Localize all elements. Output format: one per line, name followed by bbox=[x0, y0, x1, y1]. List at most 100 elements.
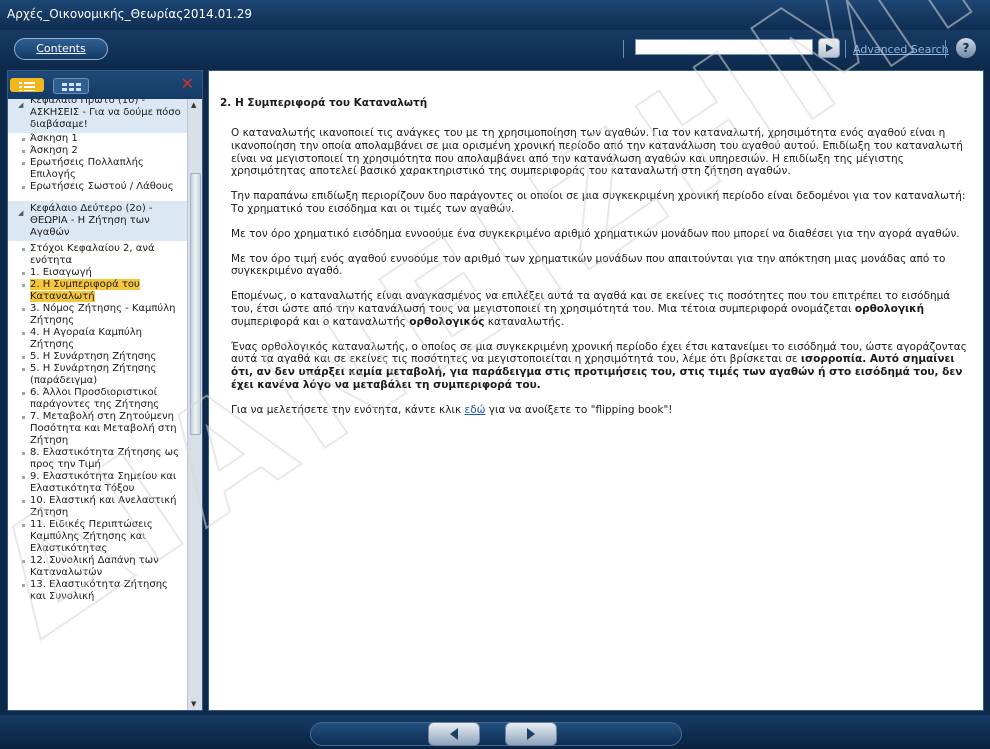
tree-item-label: 5. Η Συνάρτηση Ζήτησης bbox=[30, 351, 157, 362]
tree-item[interactable]: Στόχοι Κεφαλαίου 2, ανά ενότητα bbox=[8, 243, 188, 267]
bullet-icon bbox=[22, 452, 25, 455]
tree-chapter[interactable]: ◢ Κεφάλαιο Δεύτερο (2ο) - ΘΕΩΡΙΑ - Η Ζήτη… bbox=[8, 201, 188, 241]
search-input[interactable] bbox=[635, 39, 813, 55]
tree-item[interactable]: 8. Ελαστικότητα Ζήτησης ως προς την Τιμή bbox=[8, 447, 188, 471]
text-run: Επομένως, ο καταναλωτής είναι αναγκασμέν… bbox=[231, 290, 951, 315]
grid-view-button[interactable] bbox=[53, 78, 89, 94]
tree-item-label: 7. Μεταβολή στη Ζητούμενη Ποσότητα και Μ… bbox=[30, 411, 177, 446]
tree-item[interactable]: 5. Η Συνάρτηση Ζήτησης bbox=[8, 351, 188, 363]
tree-item-label: Κεφάλαιο Πρώτο (10) - ΑΣΚΗΣΕΙΣ - Για να … bbox=[30, 99, 181, 130]
paragraph: Με τον όρο τιμή ενός αγαθού εννοούμε τον… bbox=[231, 252, 946, 278]
tree-item[interactable]: 1. Εισαγωγή bbox=[8, 267, 188, 279]
bullet-icon bbox=[22, 356, 25, 359]
scroll-up-icon[interactable]: ▲ bbox=[191, 101, 196, 109]
tree-item-label: 9. Ελαστικότητα Σημείου και Ελαστικότητα… bbox=[30, 471, 177, 494]
tree-item-label: Ερωτήσεις Σωστού / Λάθους bbox=[30, 181, 174, 192]
tree-item[interactable]: 6. Άλλοι Προσδιοριστικοί παράγοντες της … bbox=[8, 387, 188, 411]
paragraph: Την παραπάνω επιδίωξη περιορίζουν δυο πα… bbox=[231, 190, 966, 215]
content-pane: 2. Η Συμπεριφορά του Καταναλωτή Ο κατανα… bbox=[208, 70, 984, 711]
tree-item-label: 13. Ελαστικότητα Ζήτησης και Συνολική bbox=[30, 579, 168, 602]
paragraph: Ο καταναλωτής ικανοποιεί τις ανάγκες του… bbox=[231, 127, 963, 178]
toolbar: Contents Advanced Search ? bbox=[0, 30, 990, 66]
tree-item-label: 2. Η Συμπεριφορά του Καταναλωτή bbox=[30, 279, 140, 302]
tree-item[interactable]: 4. Η Αγοραία Καμπύλη Ζήτησης bbox=[8, 327, 188, 351]
expand-triangle-icon[interactable]: ◢ bbox=[18, 99, 23, 111]
scroll-thumb[interactable] bbox=[190, 173, 201, 435]
window-title: Αρχές_Οικονομικής_Θεωρίας2014.01.29 bbox=[7, 7, 252, 21]
section-body: Ο καταναλωτής ικανοποιεί τις ανάγκες του… bbox=[231, 127, 971, 429]
bullet-icon bbox=[22, 560, 25, 563]
next-page-button[interactable] bbox=[505, 722, 557, 746]
list-view-button[interactable] bbox=[10, 78, 44, 92]
tree-item[interactable]: 11. Ειδικές Περιπτώσεις Καμπύλης Ζήτησης… bbox=[8, 519, 188, 555]
bullet-icon bbox=[22, 272, 25, 275]
bullet-icon bbox=[22, 248, 25, 251]
previous-page-button[interactable] bbox=[428, 722, 480, 746]
bold-term: ισορροπία. bbox=[800, 353, 867, 366]
tree-item-label: 1. Εισαγωγή bbox=[30, 267, 92, 278]
tree-item[interactable]: 7. Μεταβολή στη Ζητούμενη Ποσότητα και Μ… bbox=[8, 411, 188, 447]
text-run: για να ανοίξετε το "flipping book"! bbox=[485, 403, 673, 416]
tree-item[interactable]: Άσκηση 2 bbox=[8, 145, 188, 157]
section-heading: 2. Η Συμπεριφορά του Καταναλωτή bbox=[220, 97, 428, 109]
arrow-left-icon bbox=[450, 728, 458, 740]
tree-item[interactable]: 9. Ελαστικότητα Σημείου και Ελαστικότητα… bbox=[8, 471, 188, 495]
paragraph: Ένας ορθολογικός καταναλωτής, ο οποίος σ… bbox=[231, 341, 971, 392]
grid-view-icon bbox=[62, 83, 81, 91]
tree-item-label: Στόχοι Κεφαλαίου 2, ανά ενότητα bbox=[30, 243, 155, 266]
tree-chapter[interactable]: ◢ Κεφάλαιο Πρώτο (10) - ΑΣΚΗΣΕΙΣ - Για να… bbox=[8, 99, 188, 133]
tree-item[interactable]: Ερωτήσεις Σωστού / Λάθους bbox=[8, 181, 188, 193]
paragraph: Για να μελετήσετε την ενότητα, κάντε κλι… bbox=[231, 404, 971, 417]
bullet-icon bbox=[22, 284, 25, 287]
tree-item[interactable]: 10. Ελαστική και Ανελαστική Ζήτηση bbox=[8, 495, 188, 519]
paragraph: Επομένως, ο καταναλωτής είναι αναγκασμέν… bbox=[231, 290, 971, 328]
play-arrow-icon bbox=[826, 44, 833, 52]
bullet-icon bbox=[22, 186, 25, 189]
expand-triangle-icon[interactable]: ◢ bbox=[18, 207, 23, 219]
list-view-icon bbox=[19, 82, 35, 91]
advanced-search-link[interactable]: Advanced Search bbox=[853, 43, 949, 56]
bullet-icon bbox=[22, 416, 25, 419]
bold-term: ορθολογική bbox=[854, 302, 925, 315]
bullet-icon bbox=[22, 392, 25, 395]
tree-item-label: 8. Ελαστικότητα Ζήτησης ως προς την Τιμή bbox=[30, 447, 179, 470]
bullet-icon bbox=[22, 368, 25, 371]
scroll-down-icon[interactable]: ▼ bbox=[191, 700, 196, 708]
bullet-icon bbox=[22, 476, 25, 479]
tree-item-label: 6. Άλλοι Προσδιοριστικοί παράγοντες της … bbox=[30, 387, 160, 410]
flipping-book-link[interactable]: εδώ bbox=[465, 404, 486, 416]
text-run: Για να μελετήσετε την ενότητα, κάντε κλι… bbox=[231, 403, 465, 416]
bullet-icon bbox=[22, 138, 25, 141]
contents-label: Contents bbox=[36, 42, 86, 55]
tree-item-label: Άσκηση 1 bbox=[30, 133, 78, 144]
footer-bar bbox=[0, 715, 990, 749]
tree-item-label: 12. Συνολική Δαπάνη των Καταναλωτών bbox=[30, 555, 159, 578]
tree-item[interactable]: 12. Συνολική Δαπάνη των Καταναλωτών bbox=[8, 555, 188, 579]
search-go-button[interactable] bbox=[818, 38, 840, 58]
contents-button[interactable]: Contents bbox=[14, 38, 108, 60]
tree-item-selected[interactable]: 2. Η Συμπεριφορά του Καταναλωτή bbox=[8, 279, 188, 303]
tree-item[interactable]: 5. Η Συνάρτηση Ζήτησης (παράδειγμα) bbox=[8, 363, 188, 387]
help-button[interactable]: ? bbox=[956, 38, 976, 58]
tree-item[interactable]: Άσκηση 1 bbox=[8, 133, 188, 145]
tree-item-label: Άσκηση 2 bbox=[30, 145, 78, 156]
tree-item-label: 4. Η Αγοραία Καμπύλη Ζήτησης bbox=[30, 327, 142, 350]
text-run: συμπεριφορά και ο καταναλωτής bbox=[231, 315, 410, 328]
tree-item[interactable]: 3. Νόμος Ζήτησης - Καμπύλη Ζήτησης bbox=[8, 303, 188, 327]
bullet-icon bbox=[22, 332, 25, 335]
tree-item-label: Ερωτήσεις Πολλαπλής Επιλογής bbox=[30, 157, 144, 180]
text-run: καταναλωτής. bbox=[484, 315, 565, 328]
arrow-right-icon bbox=[527, 728, 535, 740]
tree-item[interactable]: Ερωτήσεις Πολλαπλής Επιλογής bbox=[8, 157, 188, 181]
sidebar-header: ✕ bbox=[8, 71, 202, 99]
toolbar-divider bbox=[623, 40, 624, 58]
tree-item[interactable]: 13. Ελαστικότητα Ζήτησης και Συνολική bbox=[8, 579, 188, 603]
footer-nav-track bbox=[310, 722, 682, 746]
tree-item-label: Κεφάλαιο Δεύτερο (2ο) - ΘΕΩΡΙΑ - Η Ζήτησ… bbox=[30, 203, 153, 238]
paragraph: Με τον όρο χρηματικό εισόδημα εννοούμε έ… bbox=[231, 227, 960, 240]
tree-item-label: 3. Νόμος Ζήτησης - Καμπύλη Ζήτησης bbox=[30, 303, 176, 326]
sidebar-scrollbar[interactable]: ▲ ▼ bbox=[187, 99, 202, 710]
close-sidebar-icon[interactable]: ✕ bbox=[181, 76, 194, 92]
bullet-icon bbox=[22, 308, 25, 311]
tree-item-label: 5. Η Συνάρτηση Ζήτησης (παράδειγμα) bbox=[30, 363, 157, 386]
